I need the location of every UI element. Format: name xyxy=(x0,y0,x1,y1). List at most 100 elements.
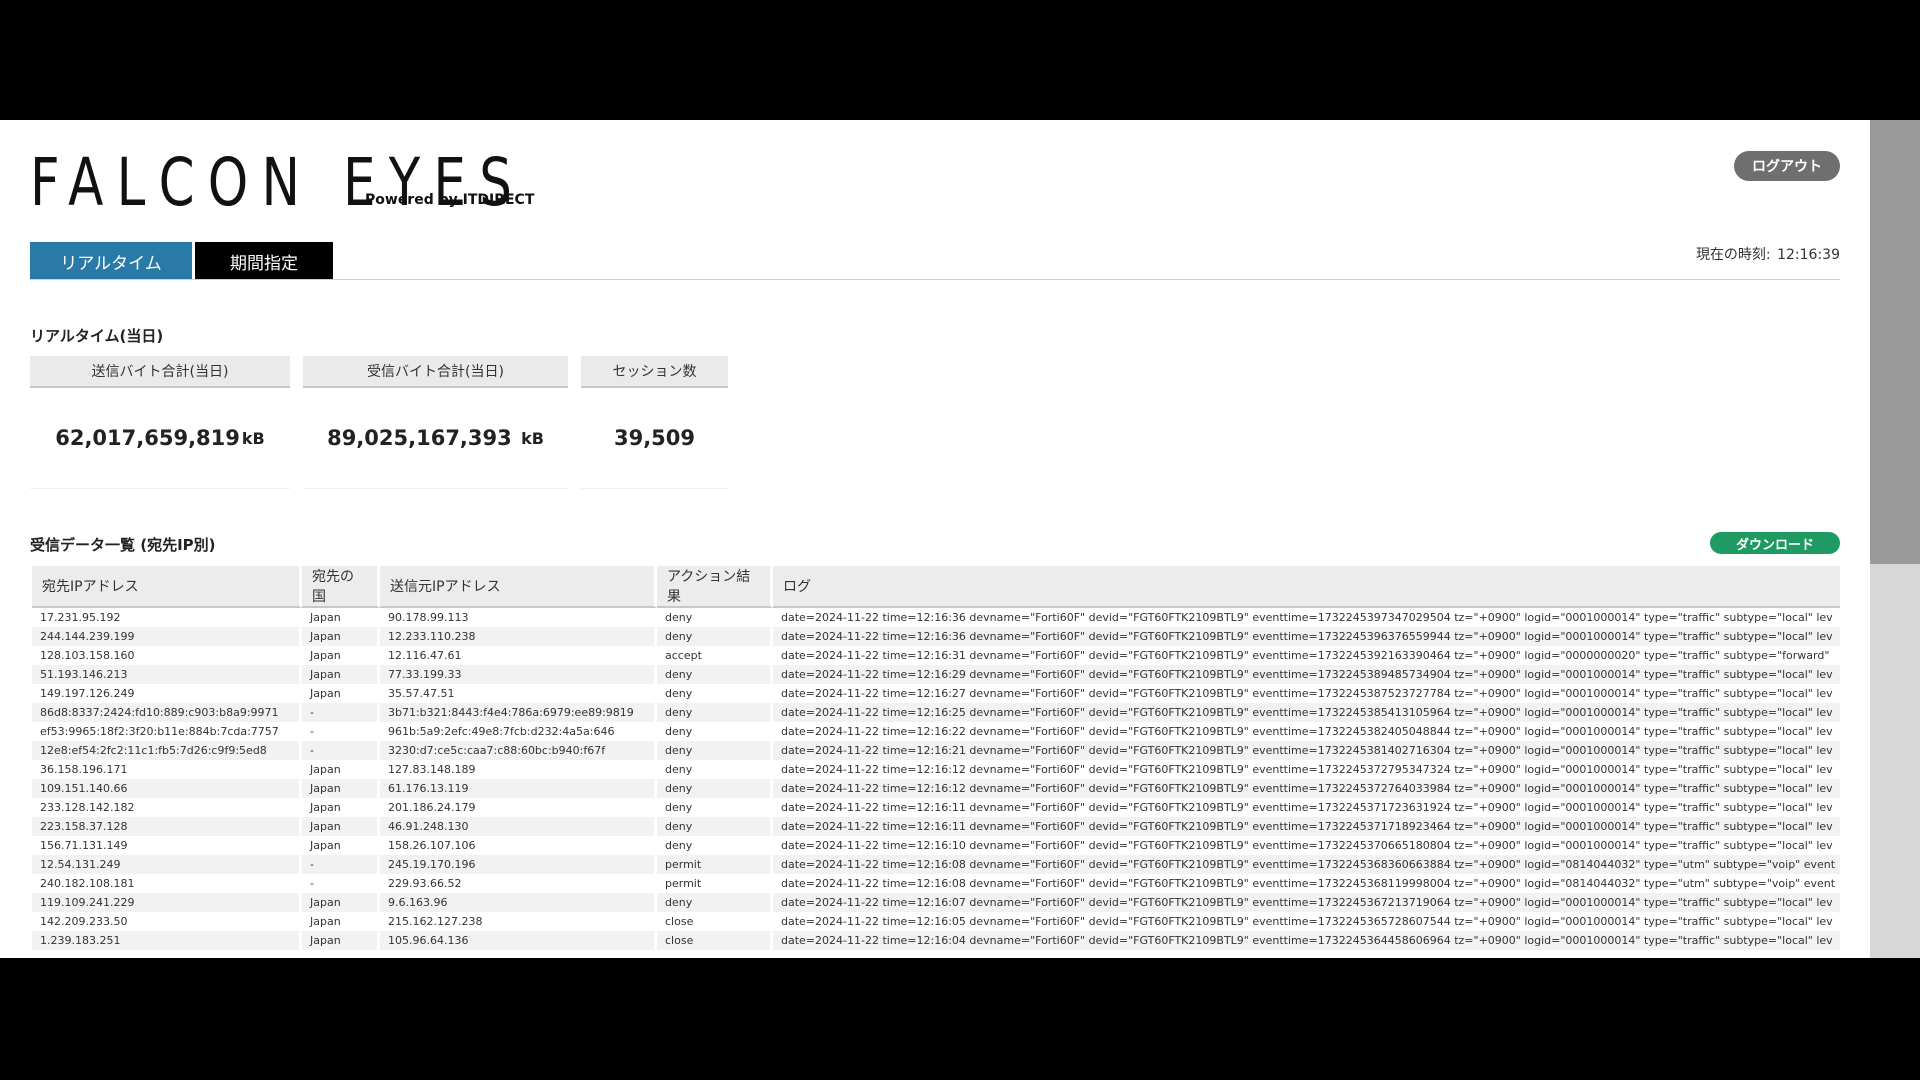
cell-action: deny xyxy=(657,608,773,627)
stat-unit: kB xyxy=(241,428,265,448)
cell-log: date=2024-11-22 time=12:16:04 devname="F… xyxy=(773,931,1840,950)
cell-log: date=2024-11-22 time=12:16:27 devname="F… xyxy=(781,687,1833,700)
cell-dest-country: Japan xyxy=(302,608,380,627)
clock-time: 12:16:39 xyxy=(1777,247,1840,263)
cell-src-ip: 46.91.248.130 xyxy=(380,817,657,836)
table-row[interactable]: 128.103.158.160 Japan 12.116.47.61 accept da… xyxy=(32,646,1840,665)
cell-log: date=2024-11-22 time=12:16:12 devname="F… xyxy=(781,763,1833,776)
cell-log: date=2024-11-22 time=12:16:21 devname="F… xyxy=(773,741,1840,760)
cell-dest-country: Japan xyxy=(302,836,380,855)
cell-log: date=2024-11-22 time=12:16:36 devname="F… xyxy=(773,627,1840,646)
tab-bar: リアルタイム 期間指定 xyxy=(30,242,333,280)
cell-dest-ip: 223.158.37.128 xyxy=(32,817,302,836)
cell-dest-country: Japan xyxy=(302,684,380,703)
table-row[interactable]: ef53:9965:18f2:3f20:b11e:884b:7cda:7757-… xyxy=(32,722,1840,741)
table-row[interactable]: 142.209.233.50 Japan 215.162.127.238 close d… xyxy=(32,912,1840,931)
table-row[interactable]: 109.151.140.66 Japan 61.176.13.119 deny date… xyxy=(32,779,1840,798)
cell-dest-country: Japan xyxy=(302,646,380,665)
table-row[interactable]: 119.109.241.229 Japan 9.6.163.96 deny date=2… xyxy=(32,893,1840,912)
cell-dest-ip: 233.128.142.182 xyxy=(32,798,302,817)
cell-src-ip: 12.116.47.61 xyxy=(380,646,657,665)
stat-received-bytes: 受信バイト合計(当日) 89,025,167,393 kB xyxy=(303,356,568,489)
cell-src-ip: 61.176.13.119 xyxy=(380,779,657,798)
cell-log: date=2024-11-22 time=12:16:12 devname="F… xyxy=(773,779,1840,798)
cell-action: deny xyxy=(657,893,773,912)
cell-src-ip: 201.186.24.179 xyxy=(380,798,657,817)
cell-dest-ip: 12.54.131.249 xyxy=(32,855,302,874)
cell-dest-ip: 128.103.158.160 xyxy=(32,646,302,665)
cell-dest-country: - xyxy=(302,722,380,741)
scrollbar[interactable] xyxy=(1870,120,1920,958)
stat-value: 39,509 xyxy=(581,388,728,489)
table-row[interactable]: 17.231.95.192 Japan 90.178.99.113 deny date=… xyxy=(32,608,1840,627)
table-header-row: 宛先IPアドレス 宛先の国 送信元IPアドレス アクション結果 ログ xyxy=(32,566,1840,608)
cell-log: date=2024-11-22 time=12:16:11 devname="F… xyxy=(773,817,1840,836)
table-row[interactable]: 149.197.126.249 Japan 35.57.47.51 deny date=… xyxy=(32,684,1840,703)
cell-action: deny xyxy=(657,741,773,760)
table-row[interactable]: 86d8:8337:2424:fd10:889:c903:b8a9:9971-3… xyxy=(32,703,1840,722)
cell-src-ip: 245.19.170.196 xyxy=(380,855,657,874)
cell-dest-country: - xyxy=(302,855,380,874)
cell-dest-ip: 86d8:8337:2424:fd10:889:c903:b8a9:9971 xyxy=(32,703,302,722)
cell-action: permit xyxy=(657,874,773,893)
stat-value: 62,017,659,819 kB xyxy=(30,388,290,489)
table-row[interactable]: 244.144.239.199 Japan 12.233.110.238 deny da… xyxy=(32,627,1840,646)
download-button[interactable]: ダウンロード xyxy=(1710,532,1840,554)
cell-action: permit xyxy=(657,855,773,874)
cell-log: date=2024-11-22 time=12:16:31 devname="F… xyxy=(781,649,1830,662)
table-row[interactable]: 12.54.131.249-245.19.170.196 permit date=2… xyxy=(32,855,1840,874)
cell-src-ip: 9.6.163.96 xyxy=(380,893,657,912)
cell-src-ip: 12.233.110.238 xyxy=(380,627,657,646)
table-row[interactable]: 51.193.146.213 Japan 77.33.199.33 deny date=… xyxy=(32,665,1840,684)
cell-src-ip: 961b:5a9:2efc:49e8:7fcb:d232:4a5a:646 xyxy=(380,722,657,741)
col-dest-ip[interactable]: 宛先IPアドレス xyxy=(32,566,302,608)
cell-dest-country: Japan xyxy=(302,627,380,646)
cell-log: date=2024-11-22 time=12:16:25 devname="F… xyxy=(773,703,1840,722)
table-row[interactable]: 240.182.108.181-229.93.66.52 permit date=2… xyxy=(32,874,1840,893)
cell-src-ip: 77.33.199.33 xyxy=(380,665,657,684)
cell-action: deny xyxy=(657,779,773,798)
received-table: 宛先IPアドレス 宛先の国 送信元IPアドレス アクション結果 ログ 17.23… xyxy=(32,566,1840,950)
stat-label: セッション数 xyxy=(581,356,728,388)
cell-src-ip: 215.162.127.238 xyxy=(380,912,657,931)
cell-dest-country: Japan xyxy=(302,817,380,836)
divider xyxy=(30,279,1840,280)
cell-log: date=2024-11-22 time=12:16:29 devname="F… xyxy=(773,665,1840,684)
tab-period[interactable]: 期間指定 xyxy=(195,242,333,280)
cell-dest-ip: 149.197.126.249 xyxy=(32,684,302,703)
col-src-ip[interactable]: 送信元IPアドレス xyxy=(380,566,657,608)
cell-dest-country: Japan xyxy=(302,665,380,684)
cell-dest-ip: 142.209.233.50 xyxy=(32,912,302,931)
stat-unit: kB xyxy=(521,428,544,448)
table-row[interactable]: 156.71.131.149 Japan 158.26.107.106 deny dat… xyxy=(32,836,1840,855)
cell-dest-ip: 12e8:ef54:2fc2:11c1:fb5:7d26:c9f9:5ed8 xyxy=(32,741,302,760)
tab-realtime[interactable]: リアルタイム xyxy=(30,242,192,280)
col-log[interactable]: ログ xyxy=(773,566,1840,608)
cell-log: date=2024-11-22 time=12:16:08 devname="F… xyxy=(773,855,1840,874)
cell-dest-country: Japan xyxy=(302,931,380,950)
cell-action: deny xyxy=(657,665,773,684)
cell-src-ip: 90.178.99.113 xyxy=(380,608,657,627)
table-row[interactable]: 12e8:ef54:2fc2:11c1:fb5:7d26:c9f9:5ed8-3… xyxy=(32,741,1840,760)
cell-action: deny xyxy=(657,703,773,722)
table-row[interactable]: 233.128.142.182 Japan 201.186.24.179 deny da… xyxy=(32,798,1840,817)
cell-log: date=2024-11-22 time=12:16:07 devname="F… xyxy=(773,893,1840,912)
col-action[interactable]: アクション結果 xyxy=(657,566,773,608)
table-row[interactable]: 1.239.183.251 Japan 105.96.64.136 close date… xyxy=(32,931,1840,950)
table-body: 17.231.95.192 Japan 90.178.99.113 deny date=… xyxy=(32,608,1840,950)
cell-src-ip: 229.93.66.52 xyxy=(380,874,657,893)
cell-action: close xyxy=(657,931,773,950)
logout-button[interactable]: ログアウト xyxy=(1734,151,1840,181)
table-row[interactable]: 223.158.37.128 Japan 46.91.248.130 deny date… xyxy=(32,817,1840,836)
cell-action: deny xyxy=(657,836,773,855)
table-row[interactable]: 36.158.196.171 Japan 127.83.148.189 deny dat… xyxy=(32,760,1840,779)
received-title: 受信データ一覧 (宛先IP別) xyxy=(30,536,216,554)
clock-label: 現在の時刻: xyxy=(1695,247,1771,263)
stat-label: 受信バイト合計(当日) xyxy=(303,356,568,388)
cell-src-ip: 127.83.148.189 xyxy=(380,760,657,779)
cell-dest-country: Japan xyxy=(302,760,380,779)
cell-dest-ip: 156.71.131.149 xyxy=(32,836,302,855)
cell-dest-ip: 1.239.183.251 xyxy=(32,931,302,950)
col-dest-country[interactable]: 宛先の国 xyxy=(302,566,380,608)
scrollbar-thumb[interactable] xyxy=(1870,120,1920,564)
